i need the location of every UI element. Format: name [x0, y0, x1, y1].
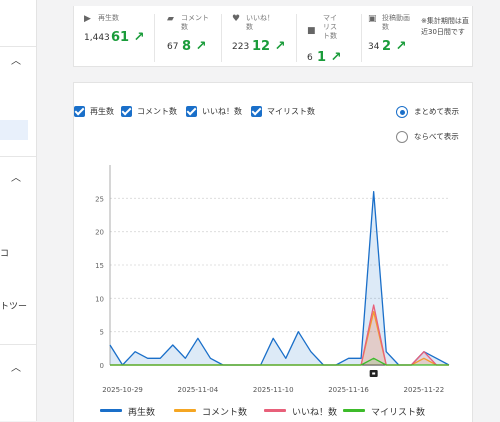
legend-label: コメント数	[202, 408, 248, 418]
legend-label: いいね！数	[292, 408, 338, 418]
y-tick-label: 0	[100, 362, 104, 370]
legend-label: 再生数	[128, 408, 156, 418]
x-tick-label: 2025-11-04	[178, 386, 219, 394]
y-tick-label: 10	[95, 295, 104, 303]
x-tick-label: 2025-11-16	[328, 386, 369, 394]
legend-swatch	[174, 409, 196, 412]
y-tick-label: 15	[95, 262, 104, 270]
legend-label: マイリスト数	[371, 408, 426, 418]
series-area-0	[110, 191, 449, 365]
legend-swatch	[264, 409, 286, 412]
activity-chart: 0 5 10 15 20 25 2025-10-29 2025-11-04 2025-11-10…	[95, 165, 450, 394]
y-tick-label: 5	[100, 329, 104, 337]
y-tick-label: 20	[95, 229, 104, 237]
y-tick-label: 25	[95, 195, 104, 203]
x-tick-label: 2025-10-29	[102, 386, 143, 394]
legend-swatch	[343, 409, 365, 412]
x-tick-label: 2025-11-22	[404, 386, 445, 394]
x-tick-label: 2025-11-10	[253, 386, 294, 394]
gift-icon-detail	[372, 372, 376, 375]
legend-swatch	[100, 409, 122, 412]
series-line-0	[109, 191, 450, 366]
